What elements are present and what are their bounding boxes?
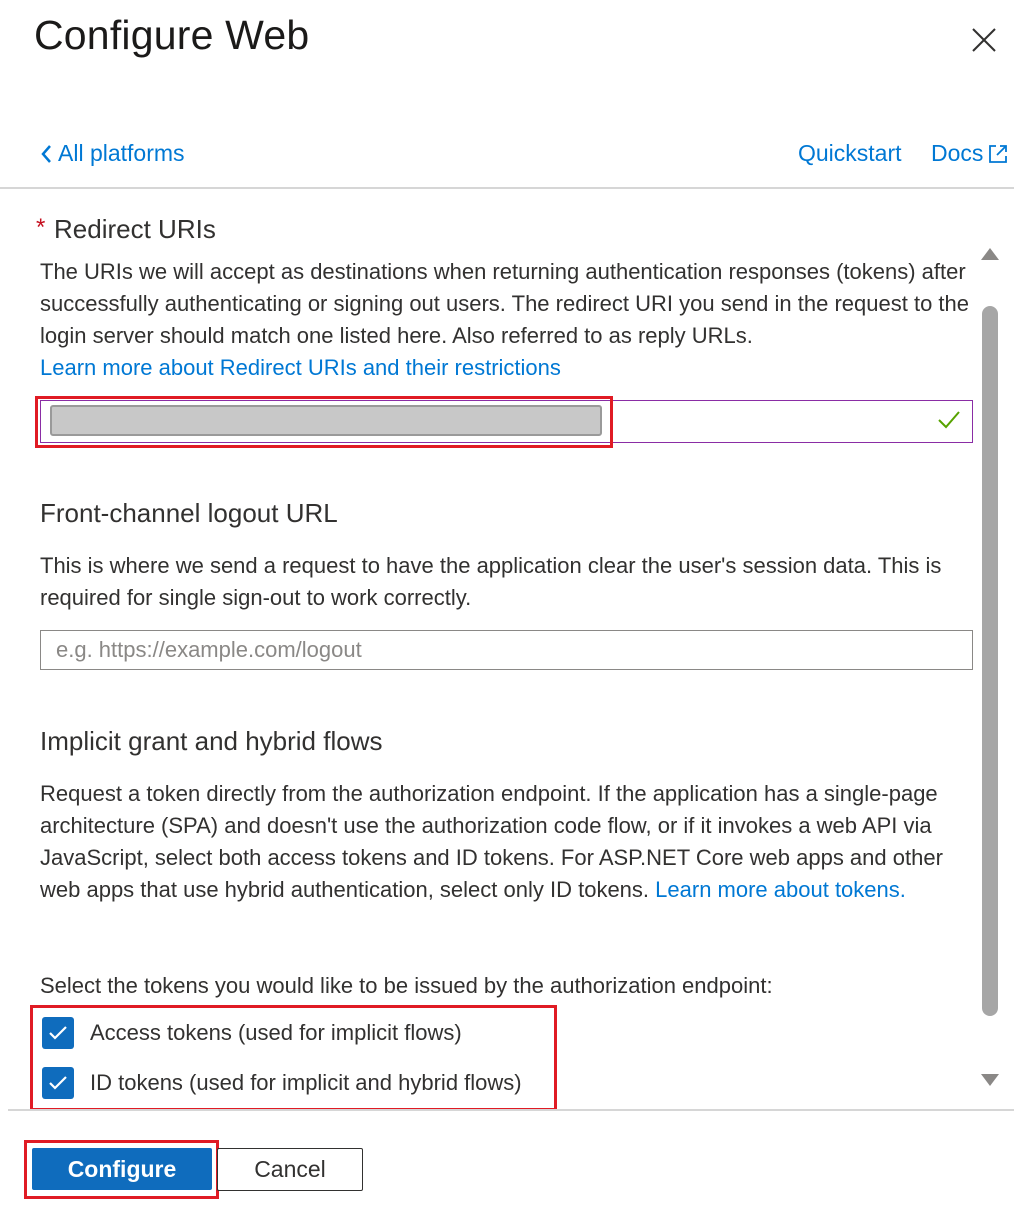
external-link-icon <box>989 144 1008 163</box>
back-link-all-platforms[interactable]: All platforms <box>40 140 185 167</box>
footer-divider <box>8 1109 1014 1111</box>
logout-url-description: This is where we send a request to have … <box>40 553 942 610</box>
docs-link[interactable]: Docs <box>931 140 1009 167</box>
redirect-uris-title: Redirect URIs <box>54 214 216 244</box>
implicit-grant-title: Implicit grant and hybrid flows <box>40 726 383 756</box>
tokens-learn-more-link[interactable]: Learn more about tokens. <box>655 877 906 902</box>
cancel-button[interactable]: Cancel <box>217 1148 363 1191</box>
back-link-label: All platforms <box>58 140 185 166</box>
quickstart-link[interactable]: Quickstart <box>798 140 902 167</box>
highlight-box-configure-button <box>24 1140 219 1199</box>
required-marker: * <box>36 214 46 241</box>
valid-check-icon <box>938 411 960 429</box>
highlight-box-token-options <box>30 1005 557 1111</box>
highlight-box-redirect-uri <box>35 396 613 448</box>
header-divider <box>0 187 1014 189</box>
chevron-left-icon <box>41 144 51 163</box>
panel-title: Configure Web <box>34 12 310 58</box>
redirect-uris-learn-more-link[interactable]: Learn more about Redirect URIs and their… <box>40 355 561 380</box>
implicit-grant-description: Request a token directly from the author… <box>40 781 943 902</box>
redirect-uris-description: The URIs we will accept as destinations … <box>40 259 969 380</box>
token-select-prompt: Select the tokens you would like to be i… <box>40 973 773 998</box>
scroll-up-arrow-icon[interactable] <box>979 246 1001 262</box>
logout-url-input[interactable] <box>40 630 973 670</box>
scrollbar-thumb[interactable] <box>982 306 998 1016</box>
close-icon[interactable] <box>968 24 1000 56</box>
scroll-down-arrow-icon[interactable] <box>979 1072 1001 1088</box>
docs-link-label: Docs <box>931 140 984 166</box>
logout-url-title: Front-channel logout URL <box>40 498 338 528</box>
